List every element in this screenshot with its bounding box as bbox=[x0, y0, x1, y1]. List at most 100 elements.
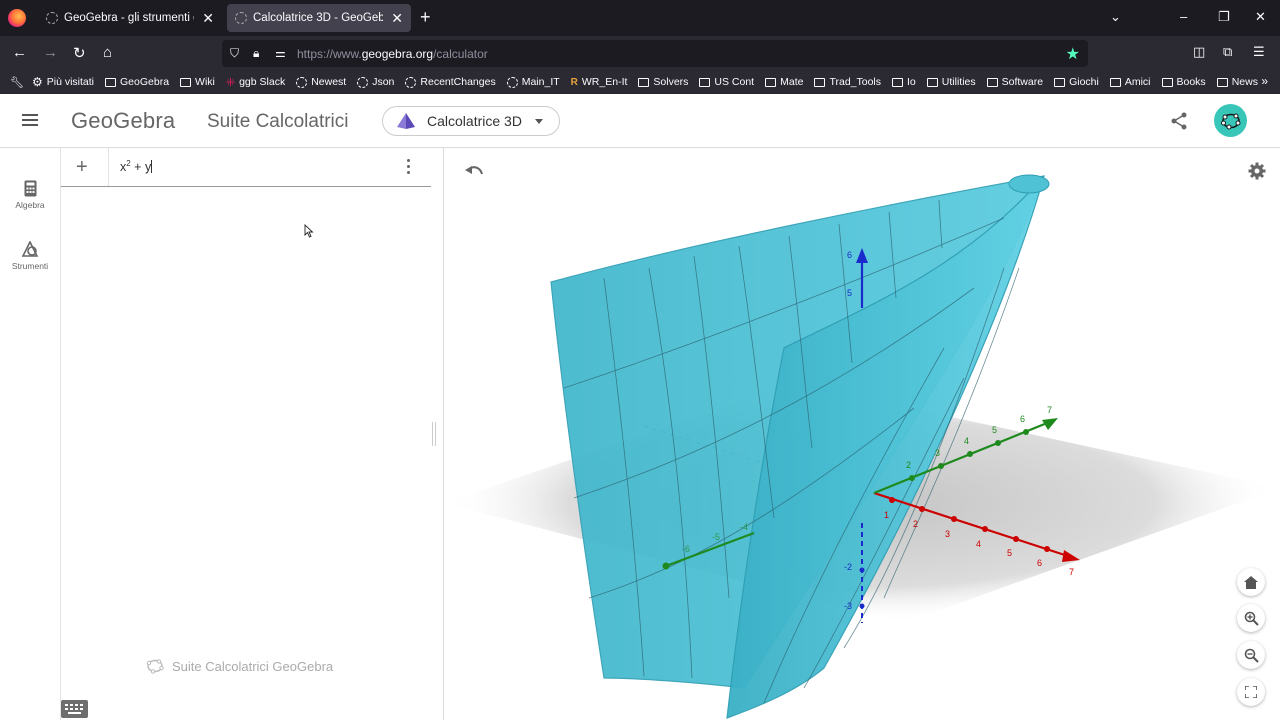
rail-item-algebra[interactable]: Algebra bbox=[0, 180, 60, 210]
keyboard-icon[interactable] bbox=[61, 700, 88, 718]
x-tick-mark bbox=[951, 516, 957, 522]
y-tick-mark bbox=[938, 463, 944, 469]
zoom-out-button[interactable] bbox=[1237, 641, 1265, 669]
pocket-icon[interactable]: ◫ bbox=[1193, 44, 1205, 60]
zoom-out-icon bbox=[1244, 648, 1259, 663]
bookmark-software[interactable]: Software bbox=[986, 76, 1043, 88]
y-tick-mark bbox=[909, 475, 915, 481]
folder-icon bbox=[699, 77, 711, 87]
standard-view-button[interactable] bbox=[1237, 568, 1265, 596]
shield-icon[interactable]: ⛉ bbox=[230, 46, 239, 61]
graphics-3d-view[interactable]: 1 2 3 4 5 6 7 2 3 4 5 6 7 -4 -5 -6 5 6 -… bbox=[444, 148, 1280, 720]
x-tick-mark bbox=[1013, 536, 1019, 542]
bookmark-wr-en-it[interactable]: R WR_En-It bbox=[571, 76, 628, 88]
home-icon[interactable]: ⌂ bbox=[103, 44, 112, 61]
share-icon[interactable] bbox=[1170, 112, 1188, 130]
minimize-icon[interactable]: – bbox=[1180, 9, 1187, 24]
chevron-right-icon[interactable]: » bbox=[1261, 74, 1268, 88]
fullscreen-button[interactable] bbox=[1237, 678, 1265, 706]
x-tick-mark bbox=[889, 497, 895, 503]
window-close-icon[interactable]: ✕ bbox=[1255, 9, 1266, 25]
extensions-icon[interactable]: ⧉ bbox=[1223, 44, 1232, 60]
y-tick-mark bbox=[995, 440, 1001, 446]
firefox-logo-icon[interactable] bbox=[8, 9, 26, 27]
bookmark-solvers[interactable]: Solvers bbox=[638, 76, 688, 88]
y-tick-label: 4 bbox=[964, 436, 969, 446]
tools-icon bbox=[21, 241, 39, 257]
bookmark-utilities[interactable]: Utilities bbox=[926, 76, 976, 88]
bookmark-main-it[interactable]: Main_IT bbox=[506, 76, 560, 88]
globe-icon bbox=[296, 76, 308, 88]
bookmark-star-icon[interactable]: ★ bbox=[1066, 44, 1080, 64]
folder-icon bbox=[105, 77, 116, 87]
wrench-icon[interactable]: 🔧︎ bbox=[10, 76, 24, 89]
avatar[interactable] bbox=[1214, 104, 1247, 137]
folder-icon bbox=[1216, 77, 1228, 87]
reload-icon[interactable]: ↻ bbox=[73, 44, 86, 62]
bookmark-io[interactable]: Io bbox=[892, 76, 916, 88]
y-tick-mark bbox=[662, 562, 670, 570]
url-domain: geogebra.org bbox=[361, 47, 434, 61]
zoom-in-button[interactable] bbox=[1237, 604, 1265, 632]
menu-icon[interactable]: ☰ bbox=[1253, 44, 1265, 60]
rail-label-algebra: Algebra bbox=[15, 200, 45, 210]
folder-icon bbox=[986, 77, 998, 87]
gear-icon: ⚙ bbox=[31, 75, 43, 89]
bookmark-ggb-slack[interactable]: ⁜ ggb Slack bbox=[226, 76, 285, 89]
bookmark-giochi[interactable]: Giochi bbox=[1054, 76, 1099, 88]
caret-down-icon bbox=[535, 119, 543, 124]
mouse-pointer-icon bbox=[304, 224, 314, 238]
bookmark-mate[interactable]: Mate bbox=[765, 76, 803, 88]
y-tick-label: 5 bbox=[992, 425, 997, 435]
bookmark-json[interactable]: Json bbox=[357, 76, 394, 88]
bookmark-books[interactable]: Books bbox=[1161, 76, 1206, 88]
bookmark-wiki[interactable]: Wiki bbox=[180, 76, 215, 88]
y-axis-arrow bbox=[1042, 418, 1058, 430]
algebra-panel: + x2 + y Suite Calcolatrici GeoGebra bbox=[61, 148, 444, 720]
footer-brand: Suite Calcolatrici GeoGebra bbox=[146, 658, 333, 674]
algebra-input-row[interactable]: + x2 + y bbox=[61, 148, 431, 187]
back-icon[interactable]: ← bbox=[12, 44, 27, 61]
restore-icon[interactable]: ❐ bbox=[1218, 9, 1230, 25]
tab-geogebra-tools[interactable]: GeoGebra - gli strumenti gratuiti ✕ bbox=[38, 4, 222, 32]
z-tick-label: 5 bbox=[847, 288, 852, 298]
y-tick-label: -5 bbox=[712, 532, 720, 542]
bookmark-geogebra[interactable]: GeoGebra bbox=[105, 76, 169, 88]
bookmark-newest[interactable]: Newest bbox=[296, 76, 346, 88]
more-options-icon[interactable] bbox=[407, 159, 410, 177]
bookmark-trad-tools[interactable]: Trad_Tools bbox=[814, 76, 881, 88]
geogebra-logo[interactable]: GeoGebra bbox=[71, 108, 175, 134]
bookmark-recentchanges[interactable]: RecentChanges bbox=[405, 76, 496, 88]
gear-icon[interactable] bbox=[1248, 162, 1266, 180]
tab-calcolatrice-3d[interactable]: Calcolatrice 3D - GeoGebra ✕ bbox=[227, 4, 411, 32]
bookmark-news[interactable]: News bbox=[1216, 76, 1258, 88]
url-text[interactable]: https://www.geogebra.org/calculator bbox=[297, 47, 488, 61]
folder-icon bbox=[765, 77, 777, 87]
tab-title: Calcolatrice 3D - GeoGebra bbox=[253, 12, 384, 24]
url-bar[interactable]: ⛉ 🔒︎ ⚌ https://www.geogebra.org/calculat… bbox=[222, 40, 1088, 67]
undo-icon[interactable] bbox=[464, 164, 484, 178]
bookmark-us-cont[interactable]: US Cont bbox=[699, 76, 754, 88]
bookmark-amici[interactable]: Amici bbox=[1109, 76, 1151, 88]
loading-icon bbox=[46, 12, 58, 24]
lock-icon[interactable]: 🔒︎ bbox=[253, 46, 259, 61]
panel-resize-handle[interactable] bbox=[432, 422, 436, 446]
algebra-input-field[interactable]: x2 + y bbox=[120, 159, 153, 174]
list-tabs-icon[interactable]: ⌄ bbox=[1110, 9, 1121, 25]
add-item-icon[interactable]: + bbox=[76, 156, 88, 179]
rail-item-tools[interactable]: Strumenti bbox=[0, 241, 60, 271]
permissions-icon[interactable]: ⚌ bbox=[275, 46, 286, 60]
forward-icon[interactable]: → bbox=[43, 44, 58, 61]
folder-icon bbox=[814, 77, 826, 87]
y-tick-label: 6 bbox=[1020, 414, 1025, 424]
x-tick-label: 5 bbox=[1007, 548, 1012, 558]
scene-3d[interactable]: 1 2 3 4 5 6 7 2 3 4 5 6 7 -4 -5 -6 5 6 -… bbox=[444, 148, 1280, 720]
bookmark-piu-visitati[interactable]: ⚙ Più visitati bbox=[32, 75, 94, 89]
x-tick-label: 4 bbox=[976, 539, 981, 549]
close-icon[interactable]: ✕ bbox=[391, 10, 403, 27]
new-tab-icon[interactable]: + bbox=[420, 7, 431, 28]
side-rail: Algebra Strumenti bbox=[0, 148, 61, 720]
app-switcher-dropdown[interactable]: Calcolatrice 3D bbox=[382, 106, 560, 136]
close-icon[interactable]: ✕ bbox=[202, 10, 214, 27]
hamburger-menu-icon[interactable] bbox=[22, 114, 38, 126]
